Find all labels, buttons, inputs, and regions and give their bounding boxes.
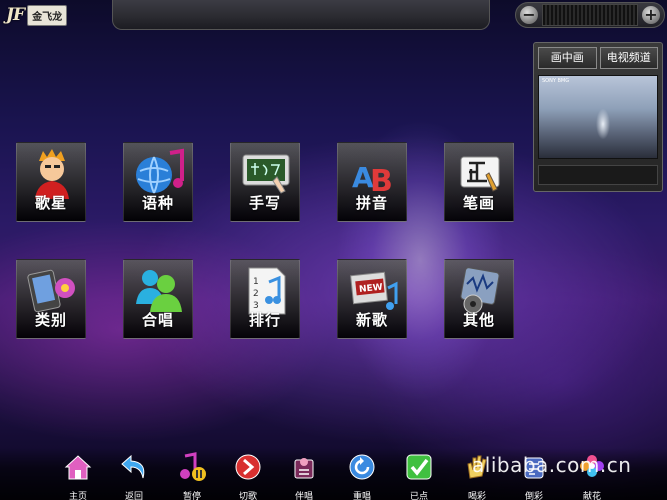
volume-control: − + [515,2,665,28]
watermark: alibaba.com.cn [472,453,632,477]
menu-tile-new-songs[interactable]: NEW 新歌 [337,259,407,339]
toolbar-home-button[interactable]: 主页 [56,452,100,500]
tile-label-singer: 歌星 [34,194,67,212]
toolbar-skip-button[interactable]: 切歌 [226,452,270,500]
toolbar-accompany-button[interactable]: 伴唱 [282,452,326,500]
toolbar-replay-button[interactable]: 重唱 [340,452,384,500]
volume-down-button[interactable]: − [520,6,538,24]
menu-tile-duet[interactable]: 合唱 [123,259,193,339]
tile-label-other: 其他 [462,311,495,329]
menu-tile-singer[interactable]: 歌星 [16,142,86,222]
toolbar-back-label: 返回 [124,492,143,500]
toolbar-accompany-label: 伴唱 [294,492,313,500]
back-icon [121,454,145,479]
logo: JF 金飞龙 [6,4,104,26]
video-preview[interactable]: SONY BMG [538,75,658,159]
tile-label-language: 语种 [141,194,174,212]
toolbar-back-button[interactable]: 返回 [112,452,156,500]
toolbar-selected-label: 已点 [409,492,428,500]
replay-icon [349,454,375,480]
home-icon [64,455,92,480]
menu-tile-category[interactable]: 类别 [16,259,86,339]
toolbar-cheer-label: 喝彩 [467,492,486,500]
preview-status-strip [538,165,658,185]
logo-mark: JF [6,5,25,25]
toolbar-flower-label: 献花 [582,492,601,500]
tile-label-strokes: 笔画 [462,194,495,212]
menu-tile-pinyin[interactable]: A B 拼音 [337,142,407,222]
brand-name: 金飞龙 [27,4,68,26]
toolbar-boo-label: 倒彩 [524,492,543,500]
menu-tile-language[interactable]: 语种 [123,142,193,222]
menu-tile-other[interactable]: 其他 [444,259,514,339]
skip-icon [235,454,261,480]
tile-label-handwriting: 手写 [248,194,281,212]
tile-label-category: 类别 [34,311,67,329]
toolbar-pause-label: 暂停 [182,492,201,500]
toolbar-selected-button[interactable]: 已点 [397,452,441,500]
menu-tile-handwriting[interactable]: 手写 [230,142,300,222]
svg-text:1: 1 [253,277,259,287]
tile-label-new-songs: 新歌 [355,311,388,329]
toolbar-replay-label: 重唱 [352,492,371,500]
pause-icon [180,452,206,481]
toolbar-skip-label: 切歌 [238,492,257,500]
preview-panel: 画中画 电视频道 SONY BMG [533,42,663,192]
tab-picture-in-picture[interactable]: 画中画 [538,47,597,69]
accompany-icon [294,458,314,479]
title-bar [112,0,490,30]
toolbar-pause-button[interactable]: 暂停 [170,452,214,500]
volume-up-button[interactable]: + [642,6,660,24]
tab-tv-channel[interactable]: 电视频道 [599,47,658,69]
tile-label-pinyin: 拼音 [355,194,388,212]
tile-label-duet: 合唱 [141,311,174,329]
volume-slider[interactable] [542,4,638,26]
menu-tile-strokes[interactable]: 笔画 [444,142,514,222]
video-tag: SONY BMG [542,78,570,84]
selected-icon [406,454,432,480]
toolbar-home-label: 主页 [68,492,87,500]
menu-tile-ranking[interactable]: 1 2 3 排行 [230,259,300,339]
svg-text:2: 2 [253,289,259,299]
tile-label-ranking: 排行 [248,311,281,329]
